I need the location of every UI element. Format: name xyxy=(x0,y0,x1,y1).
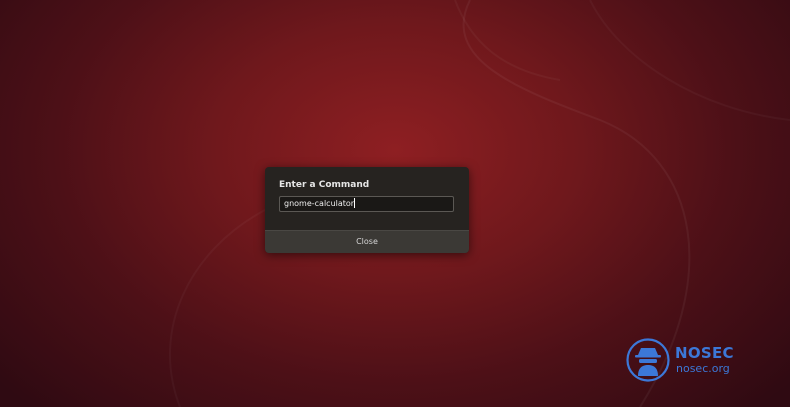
nosec-watermark: NOSEC nosec.org xyxy=(626,338,746,386)
watermark-url: nosec.org xyxy=(676,362,730,375)
desktop-background: Enter a Command gnome-calculator Close N… xyxy=(0,0,790,407)
watermark-name: NOSEC xyxy=(675,344,734,362)
close-button[interactable]: Close xyxy=(265,230,469,253)
command-input[interactable]: gnome-calculator xyxy=(279,196,454,212)
text-caret xyxy=(354,198,356,208)
dialog-title: Enter a Command xyxy=(279,180,370,190)
nosec-logo-icon xyxy=(626,338,670,382)
run-command-dialog: Enter a Command gnome-calculator Close xyxy=(265,167,469,253)
command-input-text: gnome-calculator xyxy=(284,199,355,208)
